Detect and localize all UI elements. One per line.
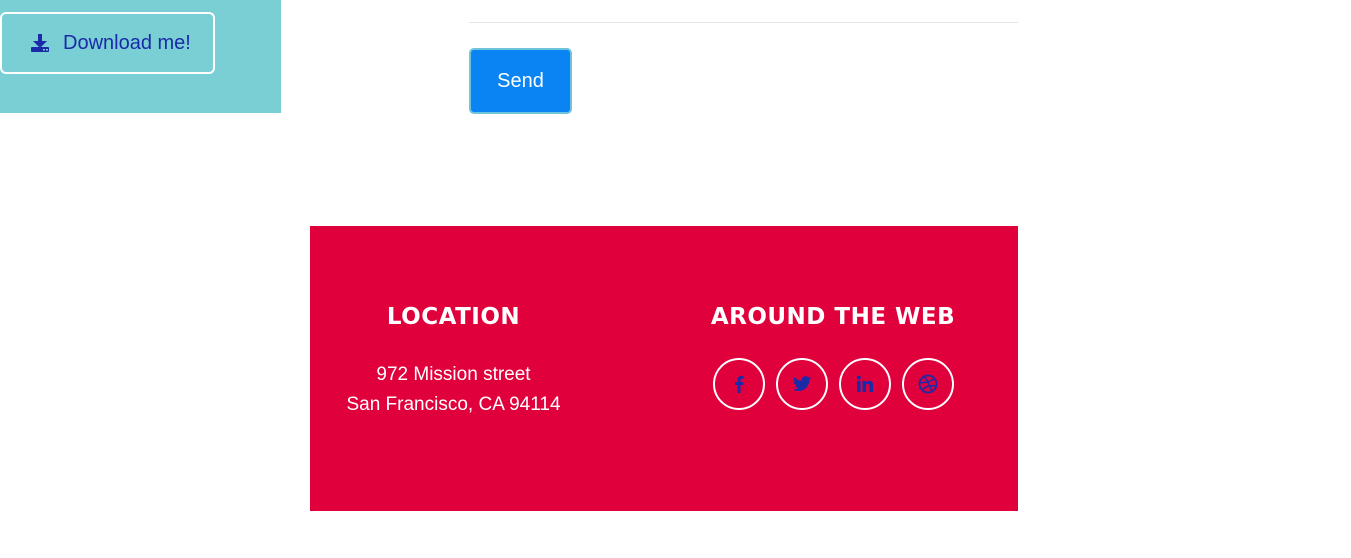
dribbble-link[interactable] [902,358,954,410]
linkedin-link[interactable] [839,358,891,410]
footer: LOCATION 972 Mission street San Francisc… [310,226,1018,511]
twitter-link[interactable] [776,358,828,410]
address: 972 Mission street San Francisco, CA 941… [310,360,597,420]
linkedin-icon [856,375,873,392]
dribbble-icon [918,374,938,394]
download-button[interactable]: Download me! [0,12,215,74]
facebook-icon [735,376,744,393]
download-panel: Download me! [0,0,281,113]
facebook-link[interactable] [713,358,765,410]
around-the-web-heading: AROUND THE WEB [710,304,956,330]
download-button-label: Download me! [63,31,191,54]
address-line-1: 972 Mission street [376,364,531,385]
social-links [713,358,954,410]
location-heading: LOCATION [386,304,521,330]
page: Download me! Send LOCATION 972 Mission s… [0,0,1351,558]
download-icon [29,32,51,54]
address-line-2: San Francisco, CA 94114 [346,394,561,415]
twitter-icon [792,376,812,392]
form-divider [469,22,1018,23]
send-button[interactable]: Send [469,48,572,114]
